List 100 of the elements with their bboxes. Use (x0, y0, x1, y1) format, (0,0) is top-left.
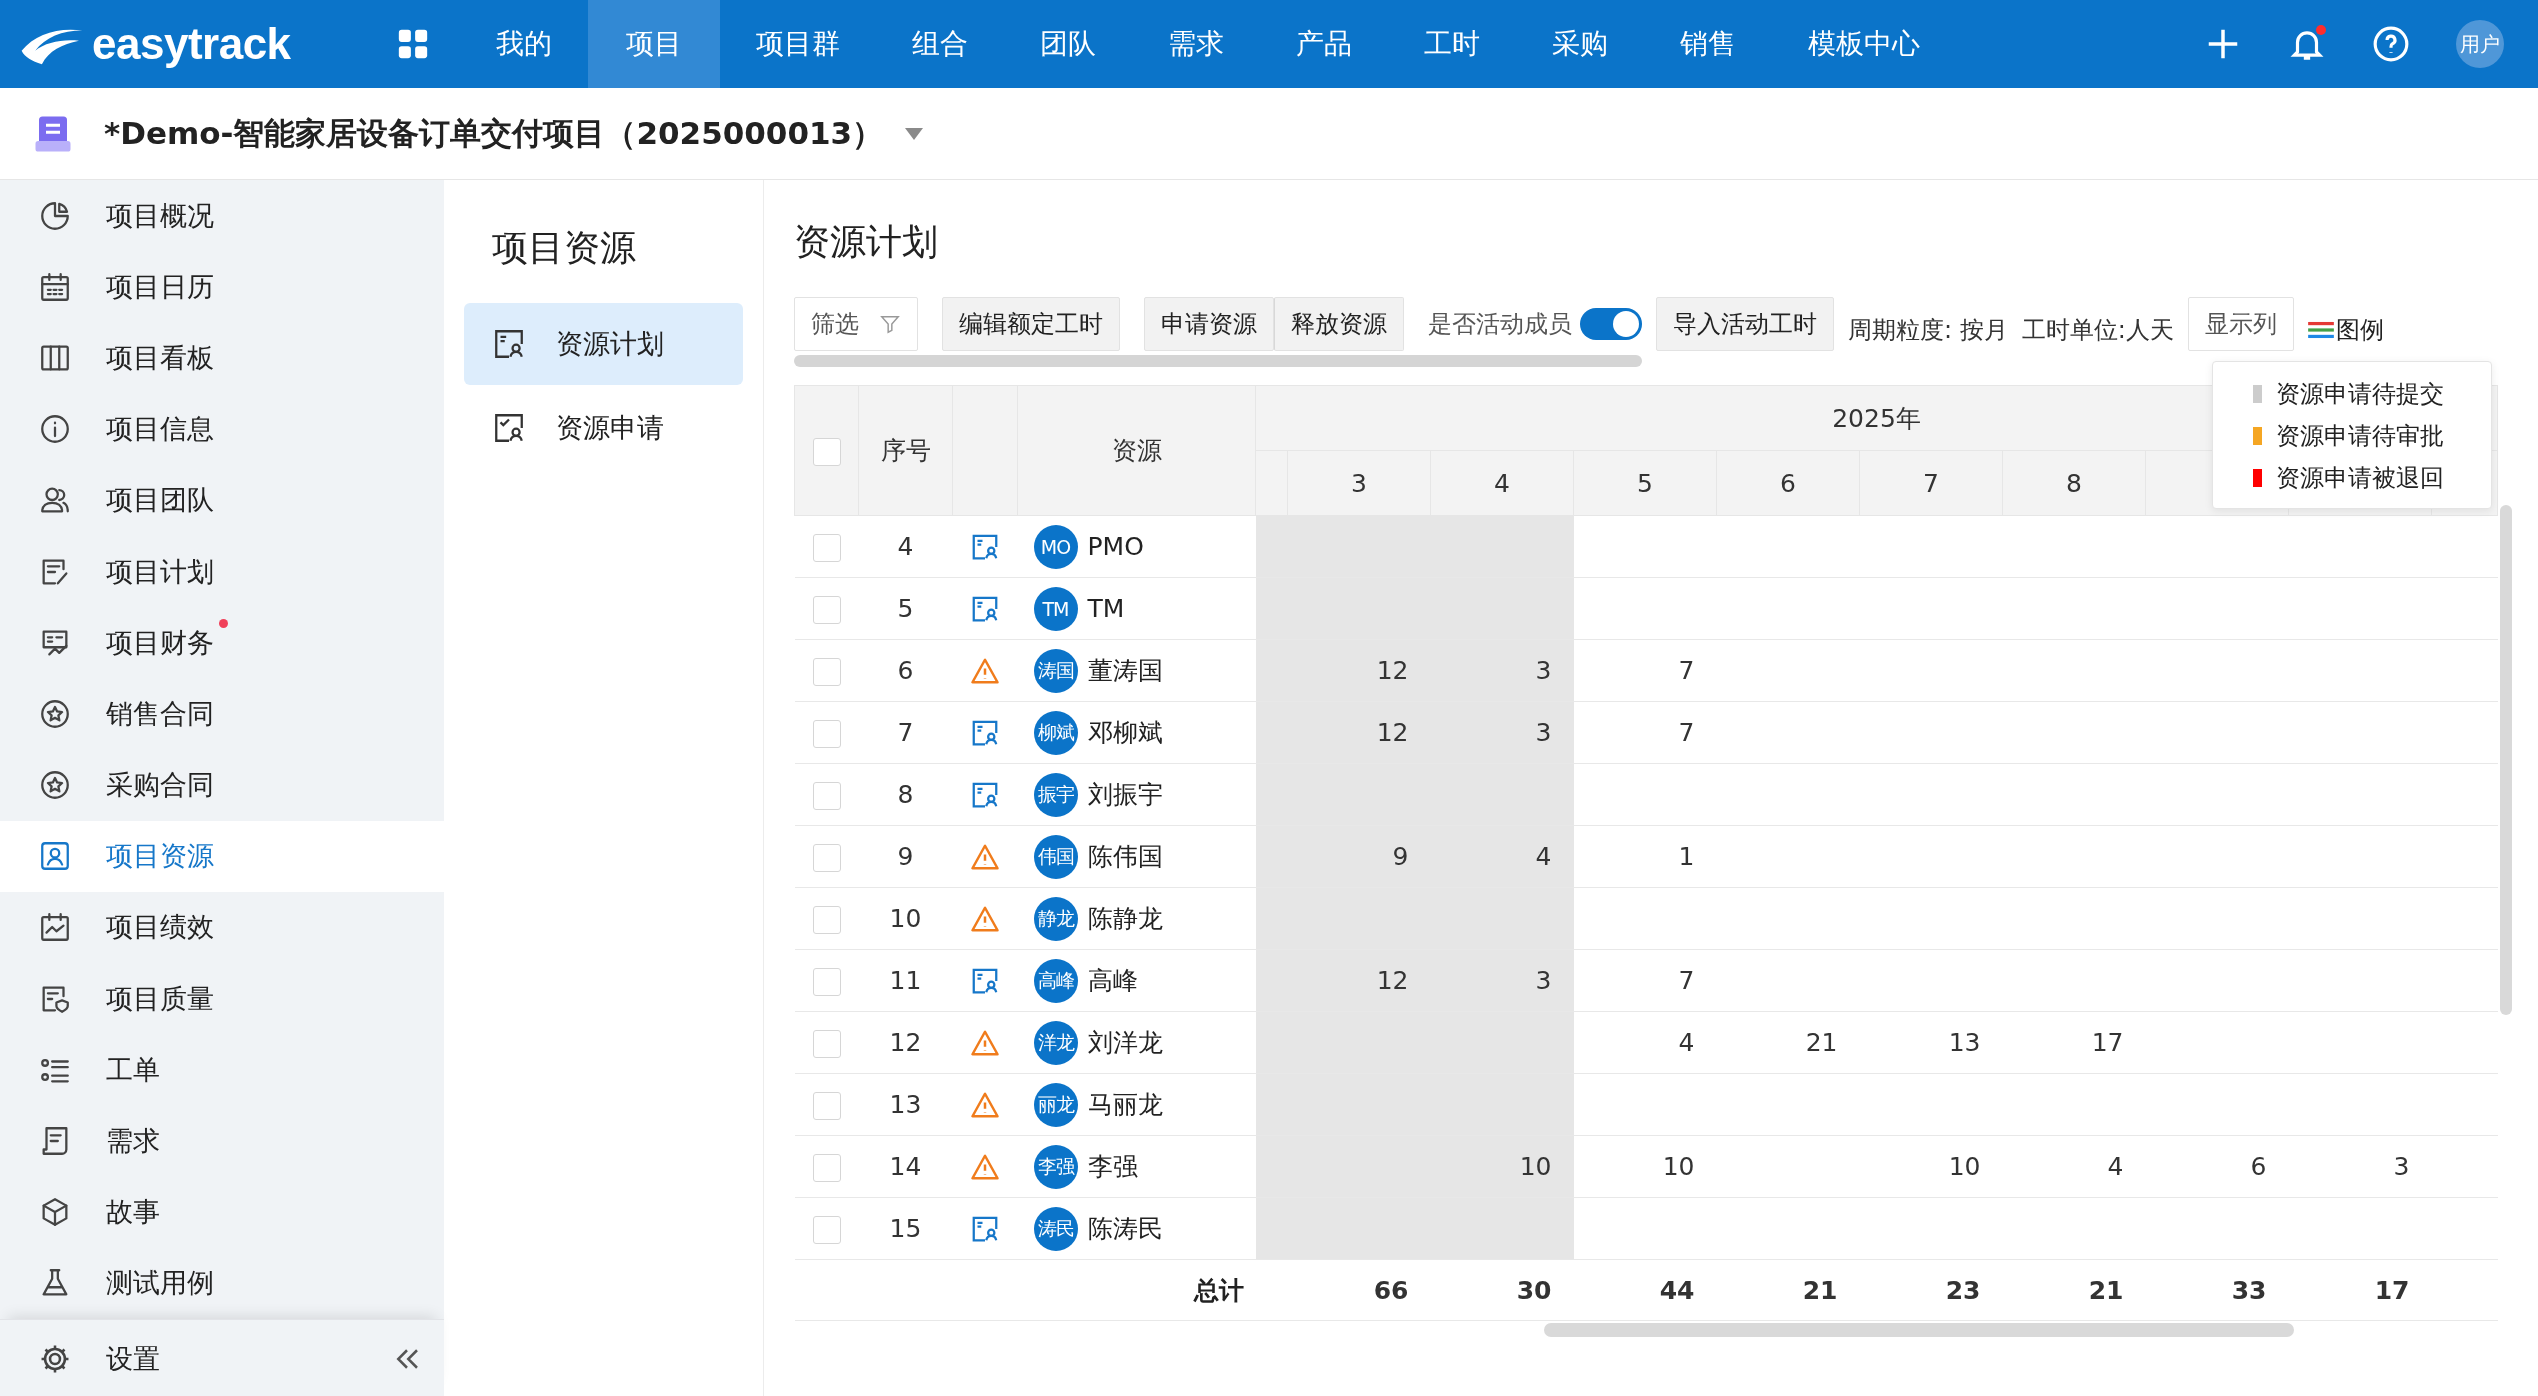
row-checkbox[interactable] (812, 967, 841, 996)
resource-action-button[interactable]: 申请资源 (1144, 297, 1274, 351)
hours-value: 12 (1376, 656, 1409, 685)
row-checkbox[interactable] (812, 1153, 841, 1182)
row-checkbox[interactable] (812, 843, 841, 872)
select-all-checkbox[interactable] (812, 437, 841, 466)
month-header: 3 (1287, 450, 1431, 516)
person-document-icon (970, 594, 1000, 624)
sidebar-item[interactable]: 项目看板 (0, 322, 444, 394)
active-member-toggle[interactable] (1580, 308, 1642, 340)
sidebar-item[interactable]: 项目资源 (0, 820, 444, 892)
edit-hours-button[interactable]: 编辑额定工时 (942, 297, 1120, 351)
show-columns-button[interactable]: 显示列 (2187, 297, 2294, 351)
row-checkbox[interactable] (812, 1215, 841, 1244)
help-icon[interactable] (2372, 25, 2410, 63)
row-number: 7 (858, 701, 953, 764)
row-number: 6 (858, 639, 953, 702)
avatar: 高峰 (1033, 958, 1078, 1003)
sidebar-item[interactable]: 项目团队 (0, 464, 444, 536)
hours-value: 4 (1535, 842, 1552, 871)
hours-value: 4 (2107, 1152, 2124, 1181)
nav-tab[interactable]: 模板中心 (1772, 0, 1956, 88)
person-document-icon (970, 532, 1000, 562)
resource-name: 高峰 (1087, 965, 1138, 997)
row-number: 10 (858, 887, 953, 950)
nav-tab[interactable]: 工时 (1388, 0, 1516, 88)
caret-down-icon[interactable] (905, 127, 924, 140)
total-label: 总计 (1193, 1275, 1244, 1305)
resource-name: 陈静龙 (1087, 903, 1163, 935)
sidebar-item[interactable]: 销售合同 (0, 678, 444, 750)
person-document-icon (970, 1214, 1000, 1244)
app-grid-icon[interactable] (396, 27, 430, 61)
hours-value: 12 (1376, 718, 1409, 747)
row-checkbox[interactable] (812, 533, 841, 562)
nav-tab[interactable]: 团队 (1004, 0, 1132, 88)
row-number: 5 (858, 577, 953, 640)
row-checkbox[interactable] (812, 657, 841, 686)
row-checkbox[interactable] (812, 905, 841, 934)
avatar: 振宇 (1033, 772, 1078, 817)
hours-value: 10 (1519, 1152, 1552, 1181)
total-value: 21 (1802, 1275, 1838, 1305)
sidebar-item[interactable]: 项目财务 (0, 607, 444, 679)
avatar: 涛民 (1033, 1206, 1078, 1251)
hours-value: 9 (1392, 842, 1409, 871)
row-checkbox[interactable] (812, 719, 841, 748)
row-number: 13 (858, 1073, 953, 1136)
import-hours-button[interactable]: 导入活动工时 (1656, 297, 1834, 351)
sidebar-item[interactable]: 项目质量 (0, 963, 444, 1035)
hours-value: 6 (2250, 1152, 2267, 1181)
resource-name: 陈伟国 (1087, 841, 1163, 873)
avatar: 静龙 (1033, 896, 1078, 941)
filter-button[interactable]: 筛选 (794, 297, 918, 351)
nav-tab[interactable]: 销售 (1644, 0, 1772, 88)
row-checkbox[interactable] (812, 1029, 841, 1058)
sidebar-item[interactable]: 项目计划 (0, 535, 444, 608)
sidebar-item[interactable]: 项目概况 (0, 180, 444, 252)
nav-tab[interactable]: 产品 (1260, 0, 1388, 88)
hours-value: 12 (1376, 966, 1409, 995)
subnav-item[interactable]: 资源申请 (464, 387, 743, 469)
subnav-item[interactable]: 资源计划 (464, 303, 743, 385)
nav-tab[interactable]: 采购 (1516, 0, 1644, 88)
sidebar-item[interactable]: 采购合同 (0, 749, 444, 821)
total-value: 33 (2231, 1275, 2267, 1305)
resource-action-button[interactable]: 释放资源 (1274, 297, 1404, 351)
sidebar-item[interactable]: 项目绩效 (0, 891, 444, 964)
row-number: 4 (858, 515, 953, 578)
settings-item[interactable]: 设置 (0, 1320, 392, 1396)
sidebar-item[interactable]: 测试用例 (0, 1247, 444, 1319)
total-value: 66 (1373, 1275, 1409, 1305)
hours-value: 7 (1678, 718, 1695, 747)
hours-value: 10 (1948, 1152, 1981, 1181)
nav-tab[interactable]: 我的 (460, 0, 588, 88)
sidebar-item[interactable]: 项目日历 (0, 251, 444, 323)
row-checkbox[interactable] (812, 781, 841, 810)
avatar: TM (1033, 586, 1078, 631)
sidebar-item[interactable]: 故事 (0, 1176, 444, 1248)
sidebar-item[interactable]: 工单 (0, 1034, 444, 1106)
row-checkbox[interactable] (812, 1091, 841, 1120)
scroll-bar[interactable] (794, 355, 1642, 367)
avatar: MO (1033, 524, 1078, 569)
total-value: 17 (2374, 1275, 2410, 1305)
month-header: 4 (1430, 450, 1574, 516)
avatar: 柳斌 (1033, 710, 1078, 755)
nav-tab[interactable]: 项目 (588, 0, 720, 88)
person-document-icon (970, 718, 1000, 748)
sidebar-item[interactable]: 项目信息 (0, 393, 444, 465)
avatar: 涛国 (1033, 648, 1078, 693)
nav-tab[interactable]: 项目群 (720, 0, 876, 88)
legend-button[interactable]: 图例 (2307, 303, 2384, 357)
row-number: 8 (858, 763, 953, 826)
vertical-scroll-bar[interactable] (2500, 505, 2512, 1015)
horizontal-scroll-bar[interactable] (1544, 1323, 2294, 1337)
row-checkbox[interactable] (812, 595, 841, 624)
nav-tab[interactable]: 需求 (1132, 0, 1260, 88)
nav-tab[interactable]: 组合 (876, 0, 1004, 88)
sidebar-item[interactable]: 需求 (0, 1105, 444, 1177)
period-granularity-label: 周期粒度: 按月 (1848, 315, 2008, 346)
page-title: 资源计划 (794, 220, 939, 264)
section-title: 项目资源 (492, 226, 637, 270)
hours-value: 3 (2393, 1152, 2410, 1181)
